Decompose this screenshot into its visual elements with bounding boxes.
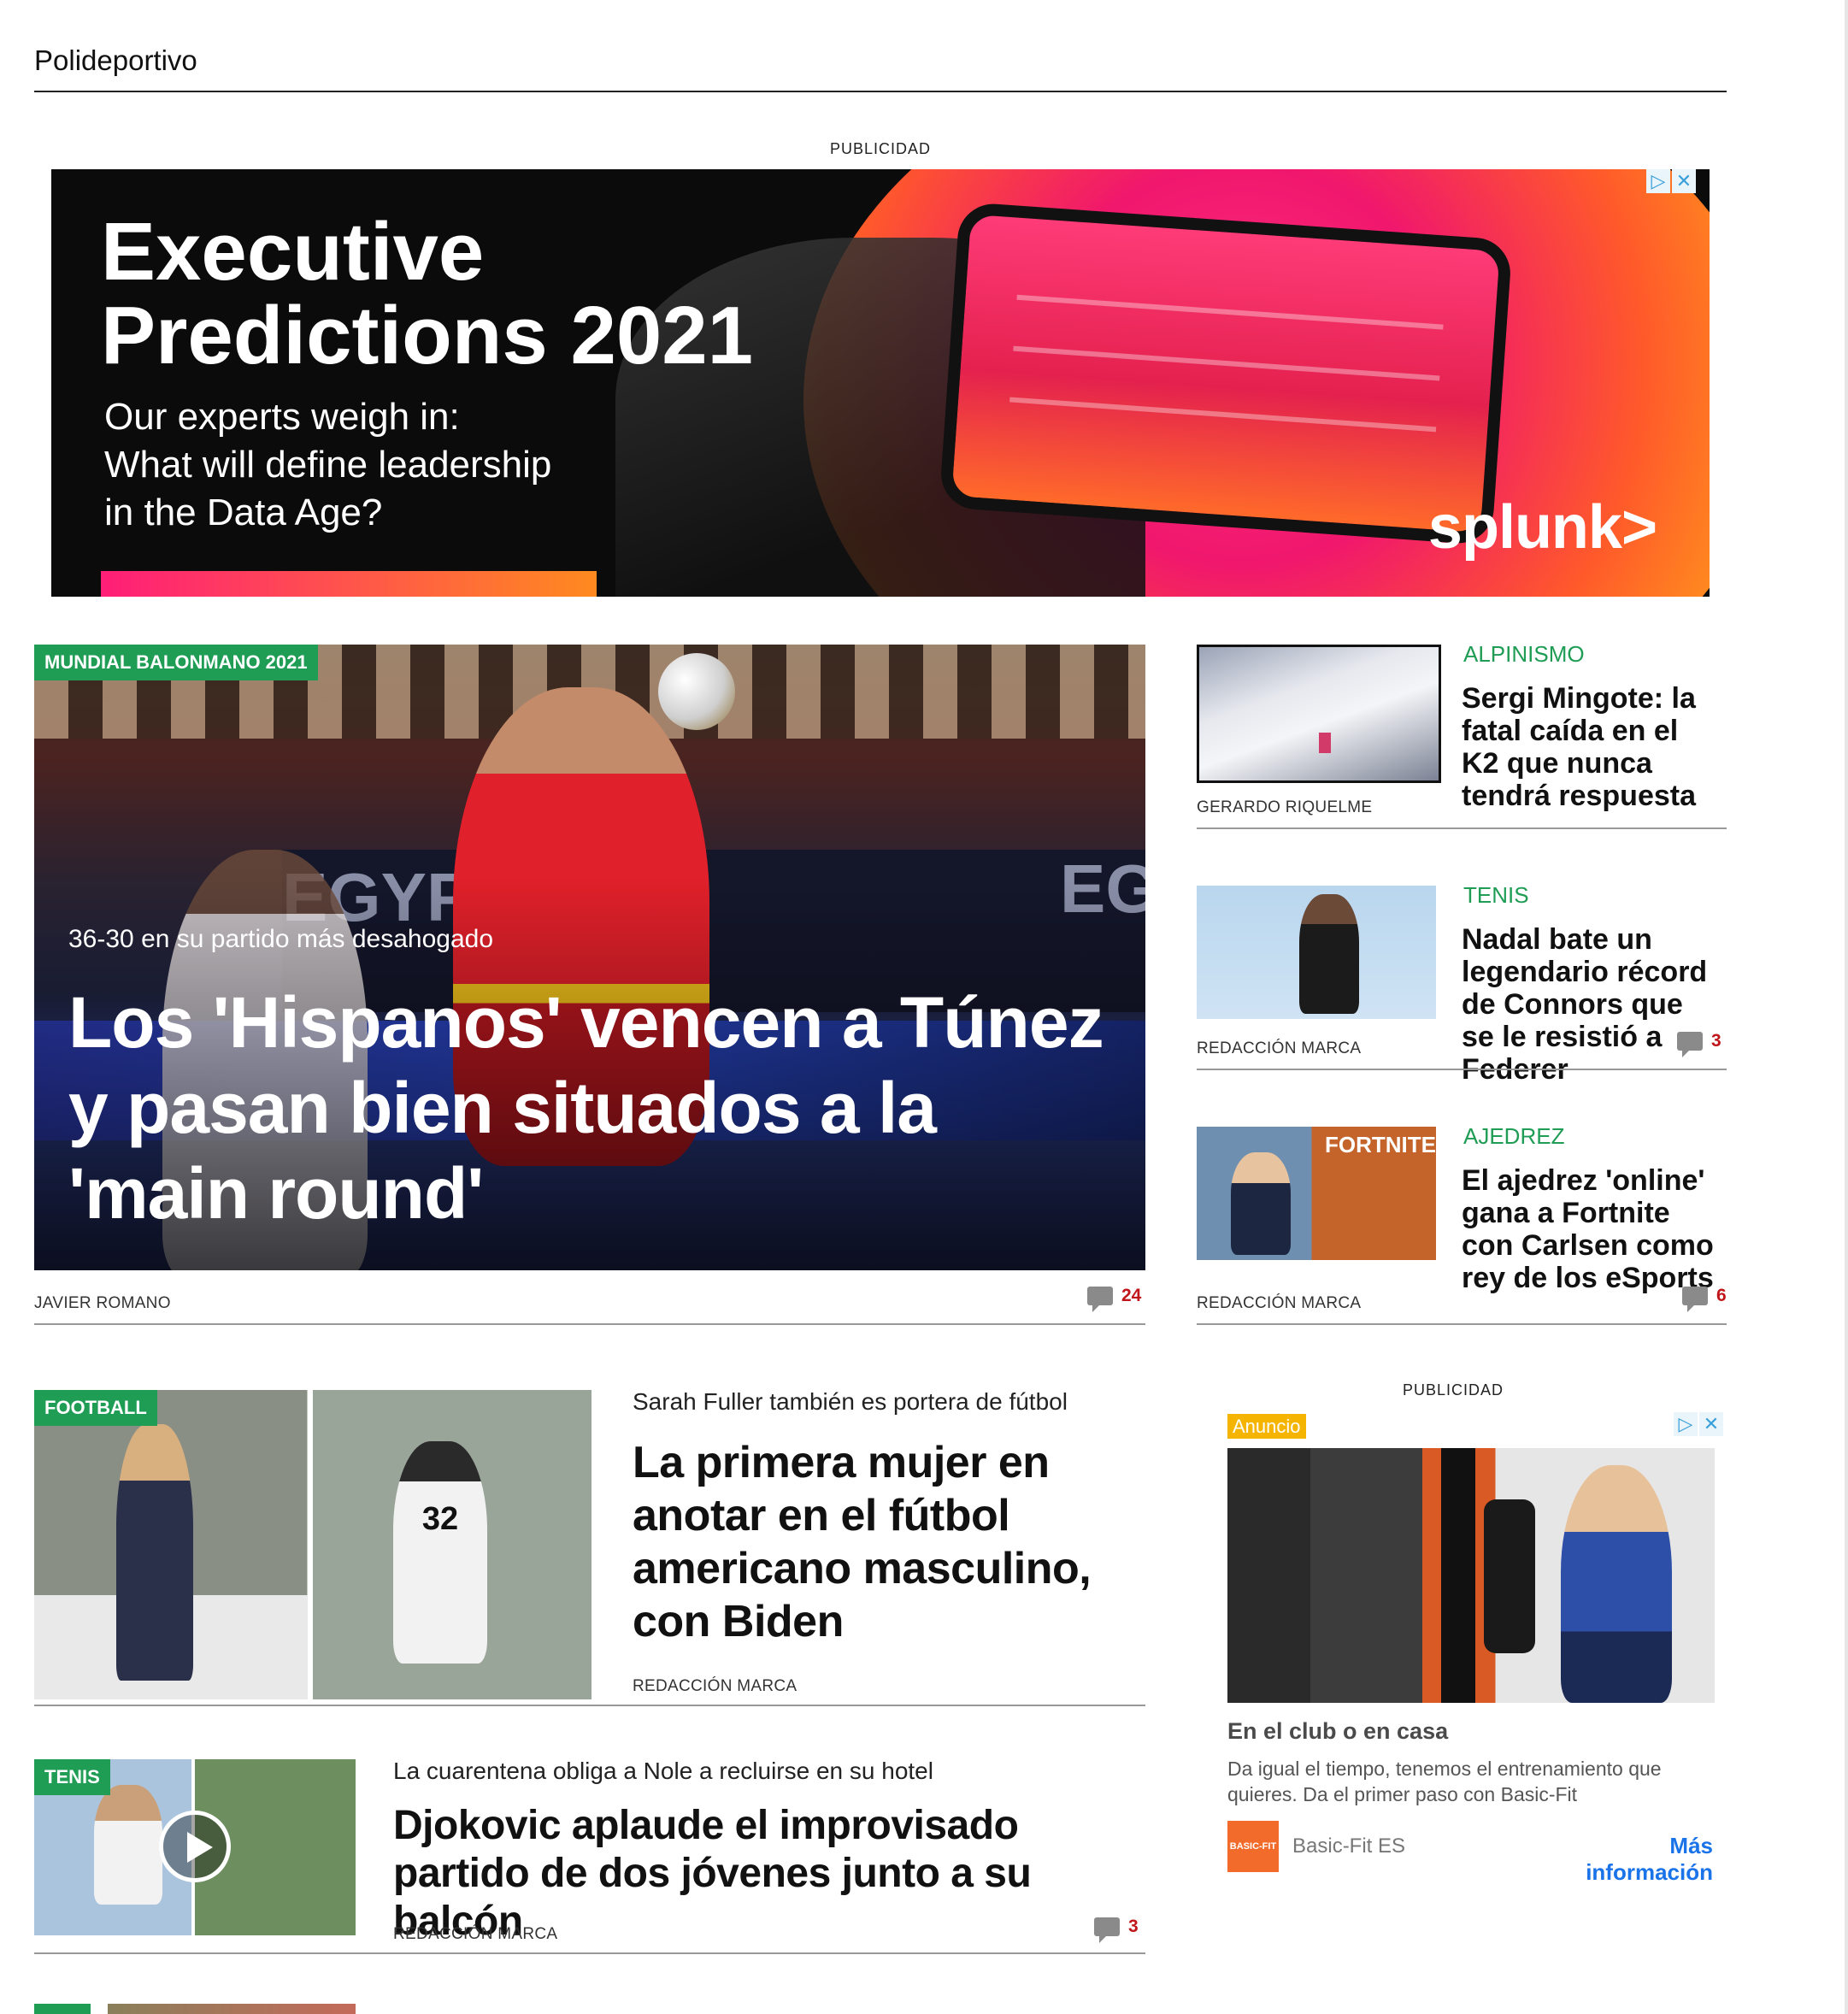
ad-image[interactable] (1227, 1448, 1715, 1703)
story-author[interactable]: REDACCIÓN MARCA (393, 1925, 557, 1944)
adchoices-icon[interactable]: ▷ (1674, 1412, 1698, 1436)
divider (1197, 827, 1727, 829)
top-ad-banner[interactable]: Executive Predictions 2021 Our experts w… (51, 169, 1710, 597)
story-author[interactable]: REDACCIÓN MARCA (1197, 1294, 1361, 1313)
adchoices-icon[interactable]: ▷ (1646, 169, 1670, 193)
comment-icon (1682, 1287, 1708, 1312)
story-headline[interactable]: Nadal bate un legendario récord de Conno… (1462, 923, 1718, 1086)
handball-image (658, 653, 735, 730)
play-icon[interactable] (159, 1811, 231, 1882)
story-thumbnail[interactable] (1197, 886, 1436, 1019)
ad-phone-image (939, 201, 1513, 546)
comment-icon (1094, 1917, 1120, 1943)
comment-icon (1677, 1032, 1703, 1057)
story-headline[interactable]: Sergi Mingote: la fatal caída en el K2 q… (1462, 682, 1718, 812)
hero-comments[interactable]: 24 (1087, 1286, 1141, 1312)
story-thumbnail[interactable]: FORTNITE (1197, 1127, 1436, 1260)
hero-kicker: 36-30 en su partido más desahogado (68, 925, 494, 953)
story-category-tag[interactable]: TENIS (34, 1759, 110, 1795)
story-kicker: Sarah Fuller también es portera de fútbo… (633, 1388, 1068, 1415)
next-story-tag[interactable] (34, 2004, 91, 2014)
next-story-thumbnail[interactable] (108, 2004, 356, 2014)
close-icon[interactable]: ✕ (1699, 1412, 1723, 1436)
story-kicker: La cuarentena obliga a Nole a recluirse … (393, 1758, 933, 1784)
hero-story[interactable]: EGYPT EGY MUNDIAL BALONMANO 2021 36-30 e… (34, 645, 1145, 1270)
story-comments[interactable]: 3 (1094, 1917, 1139, 1943)
story-headline[interactable]: El ajedrez 'online' gana a Fortnite con … (1462, 1164, 1718, 1294)
story-comments[interactable]: 3 (1677, 1031, 1721, 1057)
ad-brand-logo: splunk> (1427, 493, 1657, 562)
hero-author[interactable]: JAVIER ROMANO (34, 1294, 171, 1313)
ad-body: Da igual el tiempo, tenemos el entrenami… (1227, 1758, 1662, 1805)
story-comments[interactable]: 6 (1682, 1286, 1727, 1312)
close-icon[interactable]: ✕ (1672, 169, 1696, 193)
story-category-tag[interactable]: FOOTBALL (34, 1390, 157, 1426)
ad-title[interactable]: En el club o en casa (1227, 1718, 1448, 1745)
hero-headline[interactable]: Los 'Hispanos' vencen a Túnez y pasan bi… (68, 980, 1128, 1236)
story-category[interactable]: TENIS (1463, 882, 1529, 909)
ad-label: PUBLICIDAD (829, 140, 932, 157)
ad-headline: Executive Predictions 2021 (101, 206, 754, 381)
ad-advertiser-logo: BASIC-FIT (1227, 1821, 1279, 1872)
story-headline[interactable]: Djokovic aplaude el improvisado partido … (393, 1802, 1145, 1946)
fortnite-logo-text: FORTNITE (1325, 1132, 1436, 1157)
comment-icon (1087, 1287, 1113, 1312)
ad-source: Basic-Fit ES (1292, 1834, 1406, 1858)
story-category[interactable]: ALPINISMO (1463, 641, 1585, 668)
hero-category-tag[interactable]: MUNDIAL BALONMANO 2021 (34, 645, 318, 680)
section-title[interactable]: Polideportivo (34, 44, 197, 77)
divider (1197, 1069, 1727, 1070)
divider (34, 1323, 1145, 1325)
jersey-number: 32 (393, 1441, 487, 1664)
ad-subheadline: Our experts weigh in: What will define l… (104, 396, 552, 533)
story-category[interactable]: AJEDREZ (1463, 1123, 1564, 1150)
divider (34, 1952, 1145, 1954)
ad-badge: Anuncio (1227, 1414, 1306, 1439)
story-author[interactable]: REDACCIÓN MARCA (633, 1677, 797, 1696)
section-divider (34, 91, 1727, 92)
scrollbar[interactable] (1845, 0, 1848, 2014)
ad-choices[interactable]: ▷ ✕ (1674, 1412, 1723, 1438)
story-headline[interactable]: La primera mujer en anotar en el fútbol … (633, 1436, 1128, 1648)
ad-choices[interactable]: ▷ ✕ (1646, 169, 1696, 195)
story-author[interactable]: REDACCIÓN MARCA (1197, 1039, 1361, 1058)
ad-cta-link[interactable]: Más información (1537, 1833, 1713, 1886)
divider (1197, 1323, 1727, 1325)
ad-accent-bar (101, 571, 597, 597)
ad-label: PUBLICIDAD (1402, 1381, 1504, 1399)
divider (34, 1705, 1145, 1706)
story-thumbnail[interactable] (1197, 645, 1441, 783)
story-author[interactable]: GERARDO RIQUELME (1197, 798, 1372, 817)
story-image[interactable]: 32 (34, 1390, 591, 1699)
